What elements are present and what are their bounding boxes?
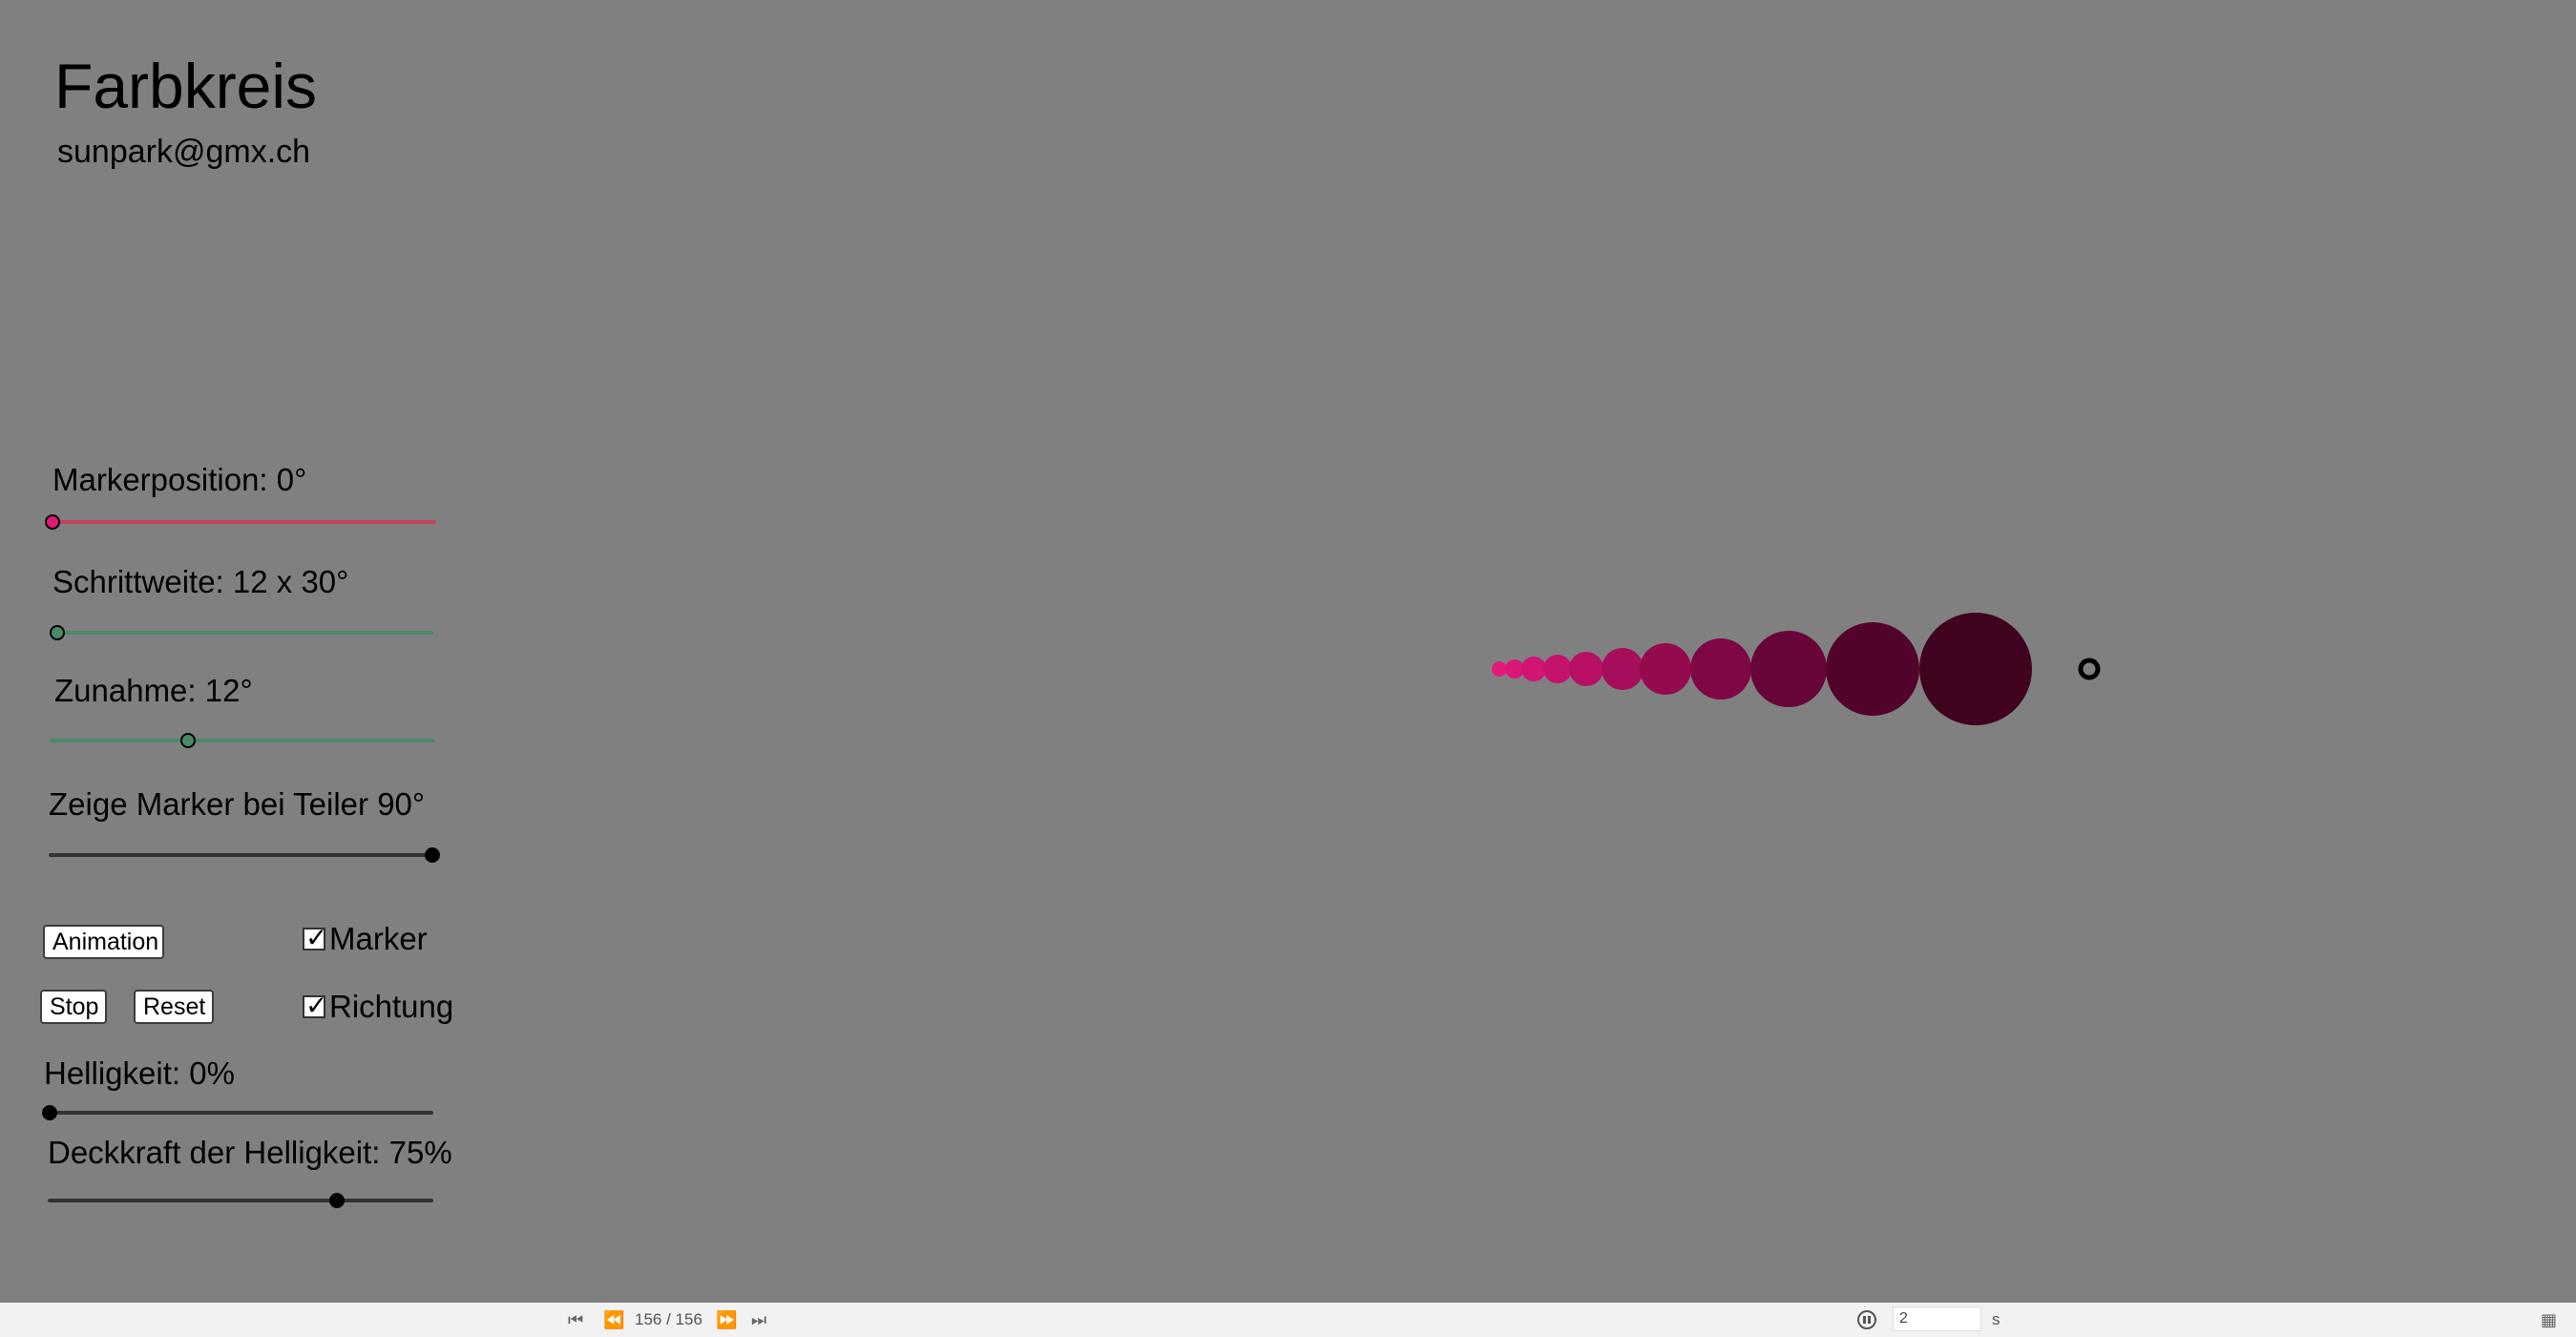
playback-bar: ⏮ ⏪ 156 / 156 ⏩ ⏭ 2 s ▦ xyxy=(0,1303,2576,1337)
color-circle xyxy=(1602,648,1644,690)
marker-ring xyxy=(2078,658,2101,680)
color-circle xyxy=(1919,613,2032,725)
color-circle xyxy=(1826,622,1919,716)
color-circle xyxy=(1569,652,1603,686)
color-circle xyxy=(1640,643,1691,695)
speed-input[interactable]: 2 xyxy=(1893,1306,1981,1331)
color-circle xyxy=(1521,657,1546,681)
color-circles xyxy=(1492,613,2032,725)
skip-to-end-icon[interactable]: ⏭ xyxy=(751,1309,766,1330)
pause-icon[interactable] xyxy=(1857,1310,1876,1329)
color-circle xyxy=(1690,638,1751,700)
step-back-icon[interactable]: ⏪ xyxy=(603,1309,624,1330)
skip-to-start-icon[interactable]: ⏮ xyxy=(568,1309,583,1330)
color-circle xyxy=(1543,655,1572,683)
graphics-view-icon[interactable]: ▦ xyxy=(2541,1309,2557,1330)
speed-unit: s xyxy=(1992,1310,2000,1328)
color-circle xyxy=(1750,631,1827,707)
frame-counter: 156 / 156 xyxy=(635,1310,702,1328)
color-circle xyxy=(1492,661,1507,677)
color-circle-canvas xyxy=(1492,613,2101,725)
step-forward-icon[interactable]: ⏩ xyxy=(716,1309,737,1330)
